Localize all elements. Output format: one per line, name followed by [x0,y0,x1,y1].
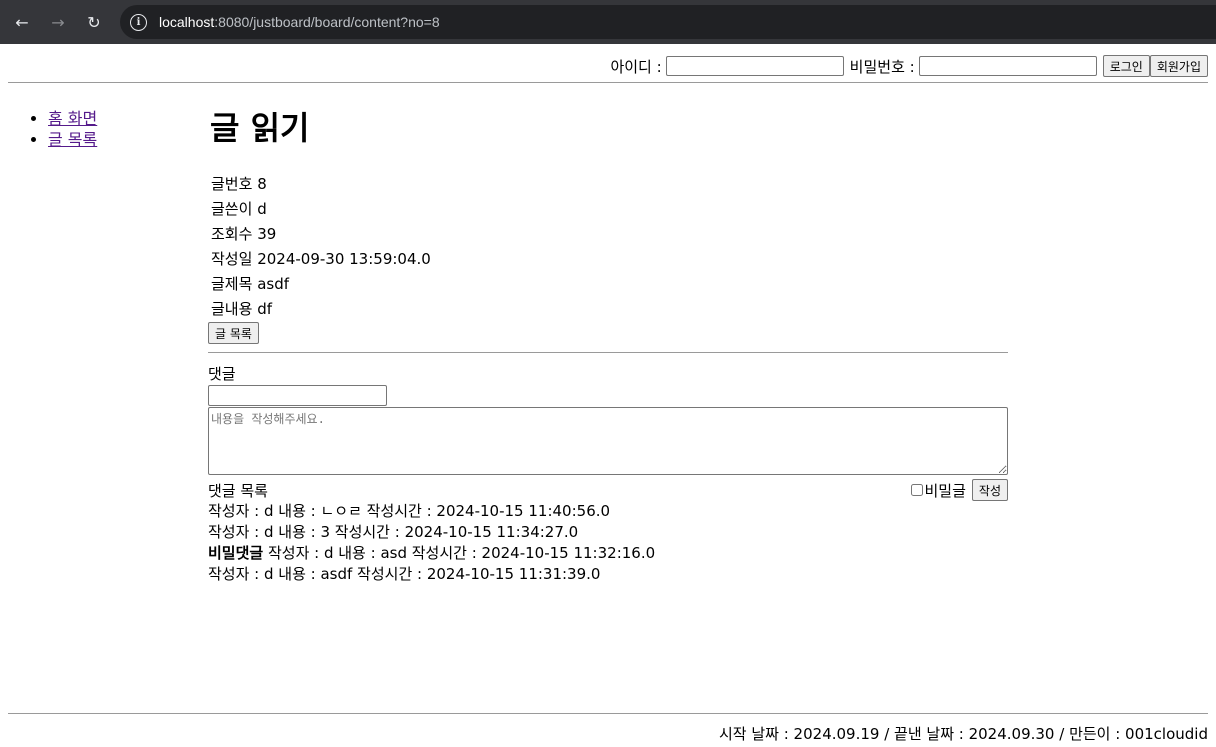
comment-text: 작성자 : d 내용 : 3 작성시간 : 2024-10-15 11:34:2… [208,523,579,541]
side-nav: 홈 화면 글 목록 [28,108,97,150]
url-path: :8080/justboard/board/content?no=8 [214,14,440,30]
post-views-row: 조회수 39 [211,222,1008,247]
comment-item: 작성자 : d 내용 : 3 작성시간 : 2024-10-15 11:34:2… [208,522,1008,543]
site-info-icon[interactable]: i [130,13,147,31]
comment-text: 작성자 : d 내용 : asd 작성시간 : 2024-10-15 11:32… [263,544,656,562]
post-number-label: 글번호 [211,175,253,193]
post-body-label: 글내용 [211,300,253,318]
comment-form-footer: 댓글 목록 비밀글 작성 [208,479,1008,501]
post-date-label: 작성일 [211,250,253,268]
footer-text: 시작 날짜 : 2024.09.19 / 끝낸 날짜 : 2024.09.30 … [719,725,1208,743]
login-button[interactable]: 로그인 [1102,55,1150,77]
nav-link-board-list[interactable]: 글 목록 [48,130,97,149]
comment-item: 비밀댓글 작성자 : d 내용 : asd 작성시간 : 2024-10-15 … [208,543,1008,564]
secret-checkbox[interactable] [910,484,923,496]
post-author-row: 글쓴이 d [211,197,1008,222]
post-title-row: 글제목 asdf [211,272,1008,297]
comment-item: 작성자 : d 내용 : ㄴㅇㄹ 작성시간 : 2024-10-15 11:40… [208,501,1008,522]
url-host: localhost [159,14,215,30]
password-label: 비밀번호 : [849,57,915,76]
secret-option: 비밀글 작성 [910,479,1008,501]
signup-button[interactable]: 회원가입 [1149,55,1208,77]
footer-divider [8,713,1208,714]
secret-comment-tag: 비밀댓글 [208,544,264,562]
comment-text: 작성자 : d 내용 : ㄴㅇㄹ 작성시간 : 2024-10-15 11:40… [208,502,611,520]
nav-item-home: 홈 화면 [48,108,97,129]
comment-list: 작성자 : d 내용 : ㄴㅇㄹ 작성시간 : 2024-10-15 11:40… [208,501,1008,585]
post-number-row: 글번호 8 [211,172,1008,197]
post-views-value: 39 [257,225,277,243]
address-bar[interactable]: i localhost:8080/justboard/board/content… [120,5,1216,39]
post-date-row: 작성일 2024-09-30 13:59:04.0 [211,247,1008,272]
id-input[interactable] [665,56,844,76]
post-author-label: 글쓴이 [211,200,253,218]
id-label: 아이디 : [610,57,662,76]
post-title-label: 글제목 [211,275,253,293]
post-number-value: 8 [257,175,267,193]
back-icon[interactable]: ← [8,8,36,36]
comment-submit-button[interactable]: 작성 [971,479,1008,501]
post-body-row: 글내용 df [211,297,1008,322]
browser-toolbar: ← → ↻ i localhost:8080/justboard/board/c… [0,0,1216,44]
forward-icon[interactable]: → [44,8,72,36]
post-info: 글번호 8 글쓴이 d 조회수 39 작성일 2024-09-30 13:59:… [211,172,1008,322]
password-input[interactable] [918,56,1097,76]
post-content: 글 읽기 글번호 8 글쓴이 d 조회수 39 작성일 2024-09-30 1… [208,104,1008,585]
page-title: 글 읽기 [210,109,310,147]
comment-author-input[interactable] [208,385,387,406]
nav-link-home[interactable]: 홈 화면 [48,109,97,128]
board-list-button[interactable]: 글 목록 [208,322,259,344]
post-views-label: 조회수 [211,225,253,243]
reload-icon[interactable]: ↻ [80,8,108,36]
content-divider [208,352,1008,353]
post-body-value: df [257,300,272,318]
post-author-value: d [257,200,267,218]
secret-checkbox-label[interactable]: 비밀글 [925,480,966,501]
nav-item-board-list: 글 목록 [48,129,97,150]
url-text[interactable]: localhost:8080/justboard/board/content?n… [159,14,440,30]
comment-text: 작성자 : d 내용 : asdf 작성시간 : 2024-10-15 11:3… [208,565,601,583]
comment-content-textarea[interactable] [208,407,1008,475]
comment-list-label: 댓글 목록 [208,481,268,500]
header-divider [8,82,1208,83]
post-title-value: asdf [257,275,289,293]
post-date-value: 2024-09-30 13:59:04.0 [257,250,431,268]
comment-item: 작성자 : d 내용 : asdf 작성시간 : 2024-10-15 11:3… [208,564,1008,585]
login-form: 아이디 : 비밀번호 : 로그인 회원가입 [610,54,1208,78]
comment-section-label: 댓글 [208,365,236,383]
